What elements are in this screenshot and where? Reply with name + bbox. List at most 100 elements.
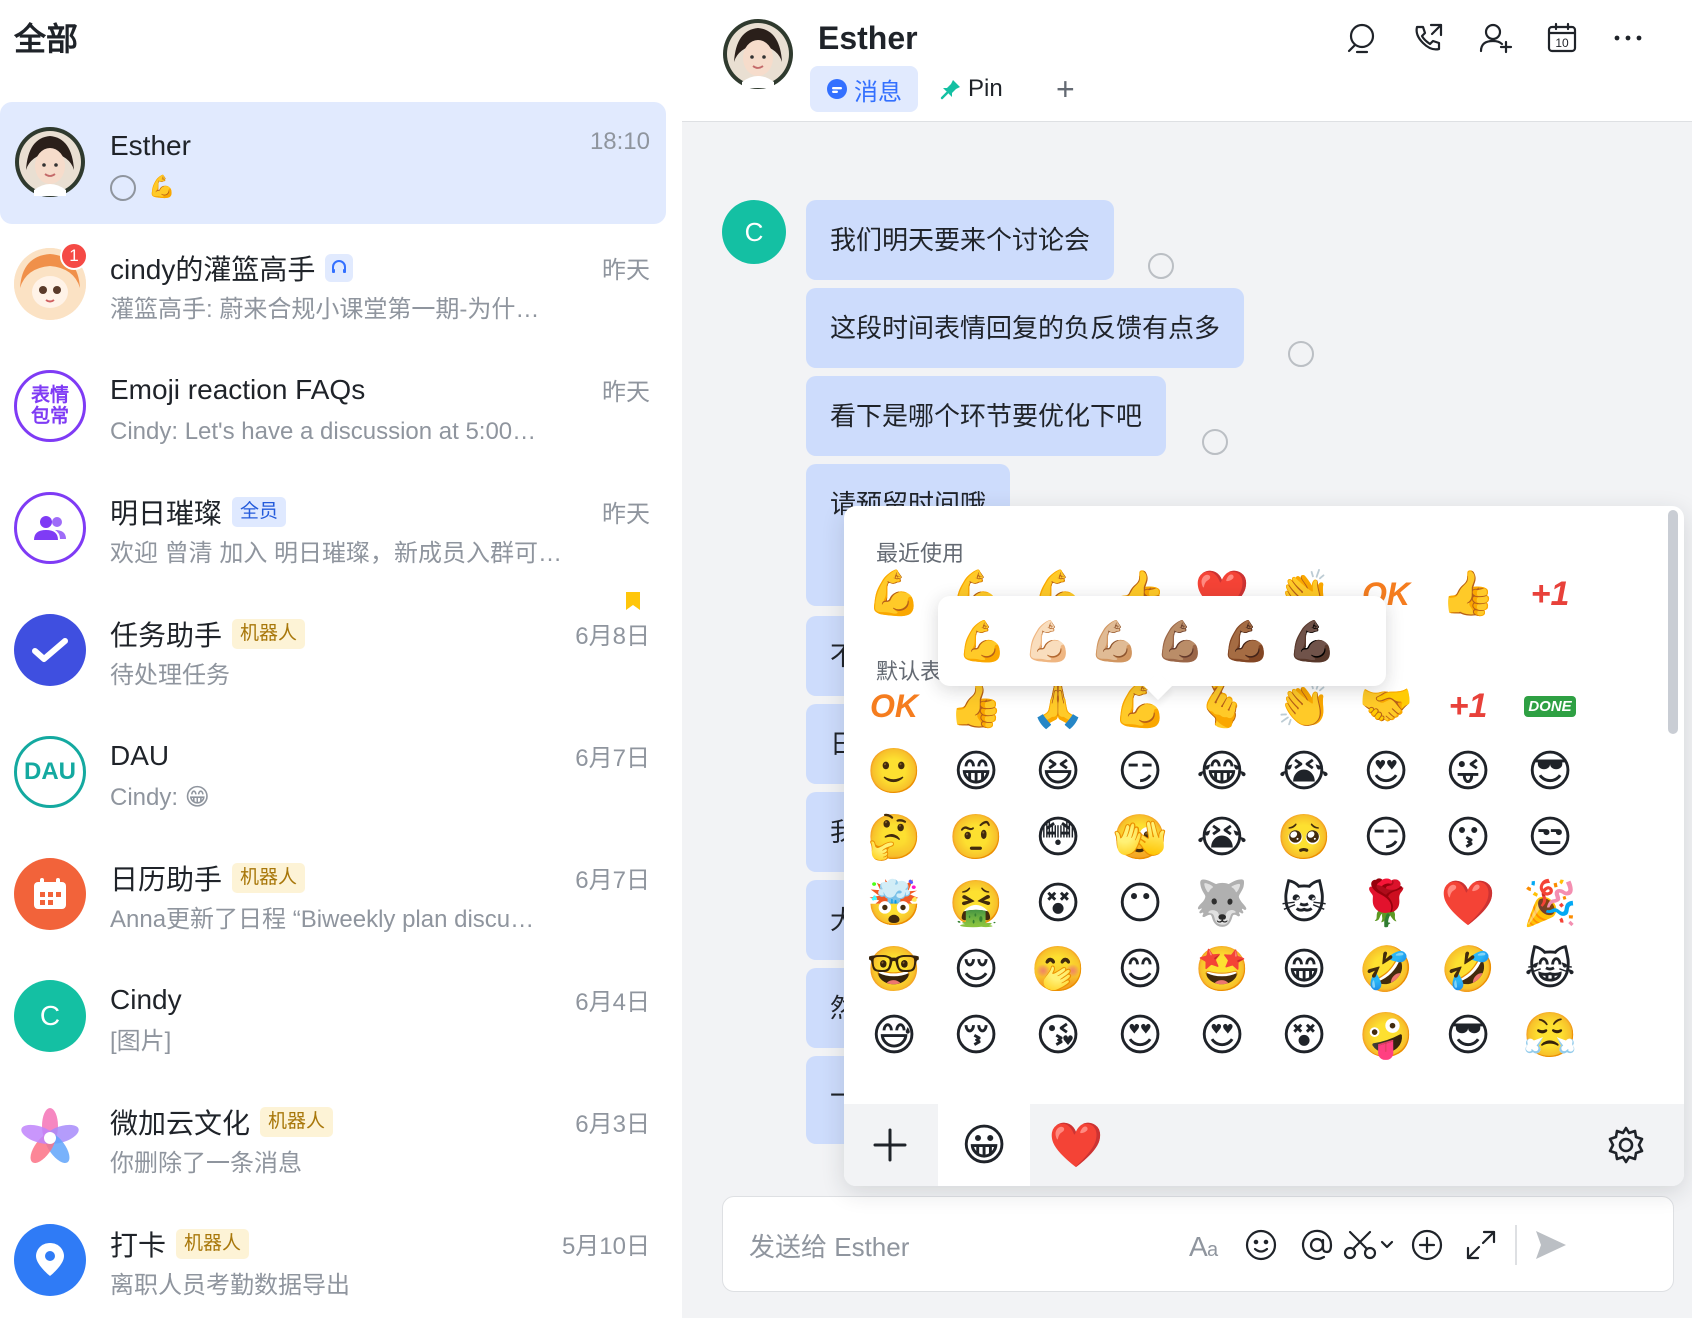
message-composer[interactable]: 发送给 Esther Aa — [722, 1196, 1674, 1292]
default-emoji[interactable]: 😏 — [1104, 740, 1176, 804]
default-emoji[interactable]: 😍 — [1186, 1004, 1258, 1068]
chat-preview: Cindy: 😁 — [110, 784, 210, 811]
default-emoji-tab[interactable]: 😀 — [938, 1104, 1030, 1186]
default-emoji[interactable]: 🤓 — [858, 938, 930, 1002]
tab-pin[interactable]: Pin — [924, 66, 1019, 112]
default-emoji[interactable]: OK — [858, 674, 930, 738]
default-emoji[interactable]: 😎 — [1432, 1004, 1504, 1068]
default-emoji[interactable]: 🥺 — [1268, 806, 1340, 870]
chat-item-weijia[interactable]: 微加云文化 机器人 6月3日 你删除了一条消息 — [0, 1078, 666, 1200]
default-emoji[interactable]: 🎉 — [1514, 872, 1586, 936]
mention-icon[interactable] — [1297, 1225, 1337, 1265]
default-emoji[interactable]: 😶 — [1104, 872, 1176, 936]
default-emoji[interactable]: 🐱 — [1268, 872, 1340, 936]
default-emoji[interactable]: +1 — [1432, 674, 1504, 738]
default-emoji[interactable]: 🤩 — [1186, 938, 1258, 1002]
default-emoji[interactable]: 🤯 — [858, 872, 930, 936]
default-emoji[interactable]: 😭 — [1268, 740, 1340, 804]
recent-emoji[interactable]: +1 — [1514, 562, 1586, 626]
default-emoji[interactable]: 😅 — [858, 1004, 930, 1068]
skin-tone-option[interactable]: 💪🏼 — [1082, 610, 1146, 672]
chat-preview: 待处理任务 — [110, 662, 230, 689]
default-emoji[interactable]: 😤 — [1514, 1004, 1586, 1068]
default-emoji[interactable]: 😹 — [1514, 938, 1586, 1002]
avatar: 表情 包常 — [14, 370, 86, 442]
skin-tone-option[interactable]: 💪🏿 — [1280, 610, 1344, 672]
default-emoji[interactable]: 😁 — [940, 740, 1012, 804]
recent-emoji[interactable]: 👍 — [1432, 562, 1504, 626]
expand-icon[interactable] — [1461, 1225, 1501, 1265]
default-emoji[interactable]: 😜 — [1432, 740, 1504, 804]
default-emoji[interactable]: 😏 — [1350, 806, 1422, 870]
search-icon[interactable] — [1342, 18, 1382, 58]
message-bubble[interactable]: 我们明天要来个讨论会 — [806, 200, 1115, 280]
default-emoji[interactable]: DONE — [1514, 674, 1586, 738]
contact-avatar[interactable] — [722, 18, 794, 90]
chat-item-esther[interactable]: Esther 18:10 💪 — [0, 102, 666, 224]
default-emoji[interactable]: 😵 — [1268, 1004, 1340, 1068]
skin-tone-option[interactable]: 💪🏾 — [1214, 610, 1278, 672]
default-emoji[interactable]: 😌 — [940, 938, 1012, 1002]
chat-item-checkin[interactable]: 打卡 机器人 5月10日 离职人员考勤数据导出 — [0, 1200, 666, 1318]
sender-avatar[interactable]: C — [722, 200, 786, 264]
avatar — [14, 858, 86, 930]
default-emoji[interactable]: 😳 — [1022, 806, 1094, 870]
default-emoji[interactable]: 😍 — [1104, 1004, 1176, 1068]
default-emoji[interactable]: 😆 — [1022, 740, 1094, 804]
more-icon[interactable] — [1608, 18, 1648, 58]
calendar-icon[interactable]: 10 — [1542, 18, 1582, 58]
chat-item-dau[interactable]: DAU DAU 6月7日 Cindy: 😁 — [0, 712, 666, 834]
default-emoji[interactable]: 🙂 — [858, 740, 930, 804]
send-icon[interactable] — [1531, 1225, 1571, 1265]
skin-tone-option[interactable]: 💪🏽 — [1148, 610, 1212, 672]
message-bubble[interactable]: 看下是哪个环节要优化下吧 — [806, 376, 1167, 456]
settings-gear-icon[interactable] — [1580, 1104, 1672, 1186]
default-emoji[interactable]: 🤔 — [858, 806, 930, 870]
default-emoji[interactable]: 😘 — [1022, 1004, 1094, 1068]
emoji-icon[interactable] — [1241, 1225, 1281, 1265]
chat-item-mingri[interactable]: 明日璀璨 全员 昨天 欢迎 曾清 加入 明日璀璨，新成员入群可… — [0, 468, 666, 590]
default-emoji[interactable]: 😒 — [1514, 806, 1586, 870]
chat-item-cindy[interactable]: C Cindy 6月4日 [图片] — [0, 956, 666, 1078]
tab-messages[interactable]: 消息 — [810, 66, 918, 112]
default-emoji[interactable]: 😵 — [1022, 872, 1094, 936]
default-emoji[interactable]: 🤭 — [1022, 938, 1094, 1002]
default-emoji[interactable]: 🤮 — [940, 872, 1012, 936]
add-tab-button[interactable]: + — [1040, 66, 1091, 112]
default-emoji[interactable]: 🫣 — [1104, 806, 1176, 870]
default-emoji[interactable]: 😗 — [1432, 806, 1504, 870]
default-emoji[interactable]: 🐺 — [1186, 872, 1258, 936]
skin-tone-option[interactable]: 💪 — [950, 610, 1014, 672]
message-bubble[interactable]: 这段时间表情回复的负反馈有点多 — [806, 288, 1245, 368]
chat-time: 6月3日 — [575, 1111, 650, 1138]
favorites-emoji-tab[interactable]: ❤️ — [1030, 1104, 1122, 1186]
text-format-icon[interactable]: Aa — [1187, 1225, 1227, 1265]
add-member-icon[interactable] — [1476, 18, 1516, 58]
add-circle-icon[interactable] — [1407, 1225, 1447, 1265]
default-emoji[interactable]: 🤨 — [940, 806, 1012, 870]
default-emoji[interactable]: 🤣 — [1350, 938, 1422, 1002]
default-emoji[interactable]: 🤣 — [1432, 938, 1504, 1002]
chat-name: DAU — [110, 740, 170, 771]
default-emoji[interactable]: 😭 — [1186, 806, 1258, 870]
default-emoji[interactable]: ❤️ — [1432, 872, 1504, 936]
default-emoji[interactable]: 😍 — [1350, 740, 1422, 804]
chat-item-calendar-assistant[interactable]: 日历助手 机器人 6月7日 Anna更新了日程 “Biweekly plan d… — [0, 834, 666, 956]
screenshot-scissors-icon[interactable] — [1341, 1225, 1397, 1265]
default-emoji[interactable]: 😂 — [1186, 740, 1258, 804]
default-emoji[interactable]: 😁 — [1268, 938, 1340, 1002]
default-emoji[interactable]: 😊 — [1104, 938, 1176, 1002]
skin-tone-option[interactable]: 💪🏻 — [1016, 610, 1080, 672]
video-call-icon[interactable] — [1408, 18, 1448, 58]
recent-emoji[interactable]: 💪 — [858, 562, 930, 626]
default-emoji[interactable]: 🤪 — [1350, 1004, 1422, 1068]
default-emoji[interactable]: 🌹 — [1350, 872, 1422, 936]
default-emoji[interactable]: 😎 — [1514, 740, 1586, 804]
chat-name: 日历助手 — [110, 864, 223, 895]
add-emoji-button[interactable] — [844, 1104, 936, 1186]
default-emoji[interactable]: 😚 — [940, 1004, 1012, 1068]
chat-item-task-assistant[interactable]: 任务助手 机器人 6月8日 待处理任务 — [0, 590, 666, 712]
scrollbar[interactable] — [1668, 510, 1678, 734]
chat-item-emoji-faqs[interactable]: 表情 包常 Emoji reaction FAQs 昨天 Cindy: Let'… — [0, 346, 666, 468]
chat-item-cindy-group[interactable]: 1 cindy的灌篮高手 昨天 灌篮高手: 蔚来合规小课堂第一期-为什… — [0, 224, 666, 346]
